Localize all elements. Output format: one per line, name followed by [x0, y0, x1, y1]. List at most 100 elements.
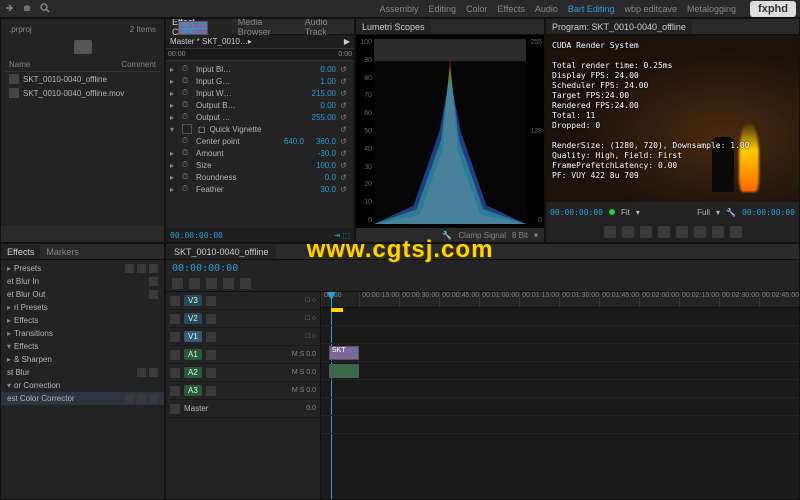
fx-item[interactable]: et Blur Out	[1, 288, 164, 301]
stopwatch-icon[interactable]: ⏱	[182, 100, 192, 110]
ec-mini-ruler[interactable]: 00:00 0:00	[166, 49, 354, 61]
master-track-header[interactable]: Master0.0	[166, 400, 320, 418]
export-frame-icon[interactable]	[730, 226, 742, 238]
reset-icon[interactable]: ↺	[340, 65, 350, 74]
linked-sel-icon[interactable]	[189, 278, 200, 289]
safe-margins-icon[interactable]	[712, 226, 724, 238]
track-label[interactable]: V3	[184, 295, 202, 306]
project-row[interactable]: SKT_0010-0040_offline.mov	[5, 86, 160, 100]
fx-folder[interactable]: ▾or Correction	[1, 379, 164, 392]
program-viewport[interactable]: CUDA Render System Total render time: 0.…	[546, 35, 799, 202]
twirl-icon[interactable]: ▸	[170, 149, 178, 158]
track-label[interactable]: A1	[184, 349, 202, 360]
lock-icon[interactable]	[170, 386, 180, 396]
tab-media-browser[interactable]: Media Browser	[232, 18, 299, 39]
timeline-tracks-area[interactable]: 00:0000:00:15:0000:00:30:0000:00:45:0000…	[321, 292, 799, 499]
tab-markers[interactable]: Markers	[40, 245, 85, 259]
wrench-icon[interactable]: 🔧	[726, 208, 736, 217]
reset-icon[interactable]: ↺	[340, 185, 350, 194]
reset-icon[interactable]: ↺	[340, 173, 350, 182]
param-value[interactable]: -30.0	[306, 149, 336, 158]
twirl-icon[interactable]: ▸	[170, 161, 178, 170]
track-label[interactable]: V1	[184, 331, 202, 342]
ec-clip-link[interactable]: SKT_0010-0040…	[178, 21, 208, 35]
track-label[interactable]: V2	[184, 313, 202, 324]
mask-icon[interactable]: ▢	[198, 125, 206, 134]
ec-timecode[interactable]: 00:00:00:00	[170, 231, 223, 240]
twirl-icon[interactable]: ▸	[170, 77, 178, 86]
chevron-down-icon[interactable]: ▾	[716, 208, 720, 217]
mute-icon[interactable]	[206, 386, 216, 396]
track-label[interactable]: A3	[184, 385, 202, 396]
timeline-audio-clip[interactable]	[329, 364, 359, 378]
video-track-header[interactable]: V3□ ○	[166, 292, 320, 310]
stopwatch-icon[interactable]: ⏱	[182, 172, 192, 182]
reset-icon[interactable]: ↺	[340, 125, 350, 134]
audio-track-header[interactable]: A3M S 0.0	[166, 382, 320, 400]
tab-lumetri-scopes[interactable]: Lumetri Scopes	[356, 20, 431, 34]
timeline-clip[interactable]: SKT	[329, 346, 359, 360]
fx-folder[interactable]: ▾Effects	[1, 340, 164, 353]
stopwatch-icon[interactable]: ⏱	[182, 160, 192, 170]
fx-folder[interactable]: ▸Transitions	[1, 327, 164, 340]
stopwatch-icon[interactable]: ⏱	[182, 148, 192, 158]
twirl-down-icon[interactable]: ▾	[170, 125, 178, 134]
wrench-icon[interactable]	[240, 278, 251, 289]
workspace-color[interactable]: Color	[466, 4, 488, 14]
tab-program[interactable]: Program: SKT_0010-0040_offline	[546, 20, 692, 34]
folder-icon[interactable]	[74, 40, 92, 54]
mute-icon[interactable]	[206, 368, 216, 378]
eye-icon[interactable]	[206, 332, 216, 342]
program-tc-left[interactable]: 00:00:00:00	[550, 208, 603, 217]
track-row[interactable]	[321, 416, 799, 434]
param-value-y[interactable]: 360.0	[308, 137, 336, 146]
step-fwd-icon[interactable]	[676, 226, 688, 238]
workspace-wbp[interactable]: wbp editcave	[624, 4, 677, 14]
chevron-down-icon[interactable]: ▾	[636, 208, 640, 217]
clamp-signal-toggle[interactable]: Clamp Signal	[458, 231, 506, 240]
zoom-icon[interactable]	[40, 3, 52, 15]
lock-icon[interactable]	[170, 350, 180, 360]
twirl-icon[interactable]: ▸	[170, 89, 178, 98]
effect-name[interactable]: Quick Vignette	[210, 125, 336, 134]
bit-depth-select[interactable]: 8 Bit	[512, 231, 528, 240]
twirl-icon[interactable]: ▸	[170, 113, 178, 122]
reset-icon[interactable]: ↺	[340, 113, 350, 122]
param-value[interactable]: 0.00	[306, 101, 336, 110]
scope-display[interactable]: 1009080706050403020100 2551280	[356, 35, 544, 228]
workspace-effects[interactable]: Effects	[498, 4, 525, 14]
reset-icon[interactable]: ↺	[340, 161, 350, 170]
fx-folder[interactable]: ▸ri Presets	[1, 301, 164, 314]
track-row[interactable]	[321, 326, 799, 344]
fx-folder[interactable]: ▸Effects	[1, 314, 164, 327]
stopwatch-icon[interactable]: ⏱	[182, 136, 192, 146]
workspace-assembly[interactable]: Assembly	[379, 4, 418, 14]
wrench-icon[interactable]: 🔧	[442, 231, 452, 240]
audio-track-header[interactable]: A1M S 0.0	[166, 346, 320, 364]
param-value[interactable]: 0.00	[306, 65, 336, 74]
param-value[interactable]: 0.0	[306, 173, 336, 182]
mark-in-icon[interactable]	[604, 226, 616, 238]
chevron-down-icon[interactable]: ▾	[534, 231, 538, 240]
stopwatch-icon[interactable]: ⏱	[182, 184, 192, 194]
param-value[interactable]: 215.00	[306, 89, 336, 98]
track-row[interactable]	[321, 398, 799, 416]
lock-icon[interactable]	[170, 314, 180, 324]
eye-icon[interactable]	[206, 296, 216, 306]
mark-out-icon[interactable]	[622, 226, 634, 238]
fx-folder[interactable]: ▸Presets	[1, 262, 164, 275]
track-row[interactable]	[321, 380, 799, 398]
reset-icon[interactable]: ↺	[340, 101, 350, 110]
fx-item[interactable]: st Blur	[1, 366, 164, 379]
stopwatch-icon[interactable]: ⏱	[182, 64, 192, 74]
snap-icon[interactable]	[172, 278, 183, 289]
marker-icon[interactable]	[206, 278, 217, 289]
tab-sequence[interactable]: SKT_0010-0040_offline	[166, 245, 276, 259]
play-icon[interactable]	[658, 226, 670, 238]
project-row[interactable]: SKT_0010-0040_offline	[5, 72, 160, 86]
param-value[interactable]: 30.0	[306, 185, 336, 194]
reset-icon[interactable]: ↺	[340, 137, 350, 146]
settings-icon[interactable]	[223, 278, 234, 289]
fx-item[interactable]: et Blur In	[1, 275, 164, 288]
timeline-timecode[interactable]: 00:00:00:00	[172, 263, 238, 274]
